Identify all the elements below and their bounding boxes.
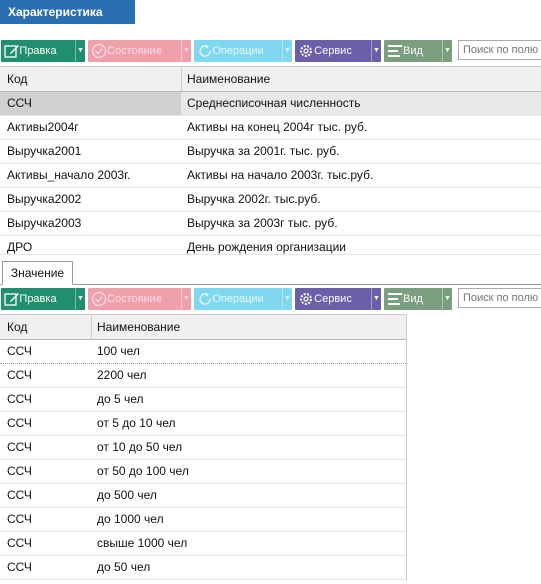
table-row[interactable]: ССЧ до 50 чел: [0, 556, 406, 580]
state-button[interactable]: Состояние ▼: [88, 40, 191, 62]
bottom-toolbar: Правка ▼ Состояние ▼ Операции ▼ Сервис ▼…: [0, 286, 541, 312]
column-header-name[interactable]: Наименование: [97, 315, 180, 339]
tab-values[interactable]: Значение: [2, 261, 73, 285]
state-button[interactable]: Состояние ▼: [88, 288, 191, 310]
chevron-down-icon[interactable]: ▼: [181, 288, 191, 310]
grid-header: Код Наименование: [0, 315, 406, 340]
service-button[interactable]: Сервис ▼: [295, 40, 381, 62]
chevron-down-icon[interactable]: ▼: [181, 40, 191, 62]
table-row[interactable]: ССЧ до 500 чел: [0, 484, 406, 508]
column-header-name[interactable]: Наименование: [187, 67, 270, 91]
column-header-code[interactable]: Код: [7, 315, 27, 339]
chevron-down-icon[interactable]: ▼: [442, 40, 452, 62]
state-label: Состояние: [107, 45, 162, 57]
table-row[interactable]: ССЧ от 50 до 100 чел: [0, 460, 406, 484]
chevron-down-icon[interactable]: ▼: [75, 40, 85, 62]
service-label: Сервис: [314, 45, 352, 57]
table-row[interactable]: ДРО День рождения организации: [0, 236, 541, 255]
table-row[interactable]: ССЧ до 5 чел: [0, 388, 406, 412]
table-row[interactable]: ССЧ от 10 до 50 чел: [0, 436, 406, 460]
chevron-down-icon[interactable]: ▼: [371, 40, 381, 62]
table-row[interactable]: ССЧ 2200 чел: [0, 364, 406, 388]
state-label: Состояние: [107, 293, 162, 305]
chevron-down-icon[interactable]: ▼: [371, 288, 381, 310]
edit-button[interactable]: Правка ▼: [1, 40, 85, 62]
view-button[interactable]: Вид ▼: [384, 40, 452, 62]
view-label: Вид: [403, 45, 423, 57]
grid-header: Код Наименование: [0, 67, 541, 92]
values-grid: Код Наименование ССЧ 100 чел ССЧ 2200 че…: [0, 314, 407, 580]
top-toolbar: Правка ▼ Состояние ▼ Операции ▼ Сервис ▼…: [0, 38, 541, 64]
column-header-code[interactable]: Код: [7, 67, 27, 91]
operations-label: Операции: [212, 45, 264, 57]
table-row[interactable]: ССЧ Среднесписочная численность: [0, 92, 541, 116]
operations-label: Операции: [212, 293, 264, 305]
operations-button[interactable]: Операции ▼: [194, 288, 292, 310]
chevron-down-icon[interactable]: ▼: [282, 288, 292, 310]
table-row[interactable]: ССЧ 100 чел: [0, 340, 406, 364]
table-row[interactable]: ССЧ до 1000 чел: [0, 508, 406, 532]
edit-label: Правка: [19, 45, 57, 57]
table-row[interactable]: Выручка2003 Выручка за 2003г тыс. руб.: [0, 212, 541, 236]
table-row[interactable]: Активы2004г Активы на конец 2004г тыс. р…: [0, 116, 541, 140]
service-button[interactable]: Сервис ▼: [295, 288, 381, 310]
edit-button[interactable]: Правка ▼: [1, 288, 85, 310]
view-button[interactable]: Вид ▼: [384, 288, 452, 310]
search-input[interactable]: [458, 288, 541, 308]
view-label: Вид: [403, 293, 423, 305]
chevron-down-icon[interactable]: ▼: [442, 288, 452, 310]
table-row[interactable]: Выручка2001 Выручка за 2001г. тыс. руб.: [0, 140, 541, 164]
operations-button[interactable]: Операции ▼: [194, 40, 292, 62]
search-input[interactable]: [458, 40, 541, 60]
chevron-down-icon[interactable]: ▼: [282, 40, 292, 62]
page-title[interactable]: Характеристика: [0, 0, 135, 24]
service-label: Сервис: [314, 293, 352, 305]
table-row[interactable]: Выручка2002 Выручка 2002г. тыс.руб.: [0, 188, 541, 212]
chevron-down-icon[interactable]: ▼: [75, 288, 85, 310]
edit-label: Правка: [19, 293, 57, 305]
table-row[interactable]: ССЧ от 5 до 10 чел: [0, 412, 406, 436]
tab-bar: Значение: [0, 259, 541, 285]
characteristics-grid: Код Наименование ССЧ Среднесписочная чис…: [0, 66, 541, 255]
table-row[interactable]: Активы_начало 2003г. Активы на начало 20…: [0, 164, 541, 188]
table-row[interactable]: ССЧ свыше 1000 чел: [0, 532, 406, 556]
